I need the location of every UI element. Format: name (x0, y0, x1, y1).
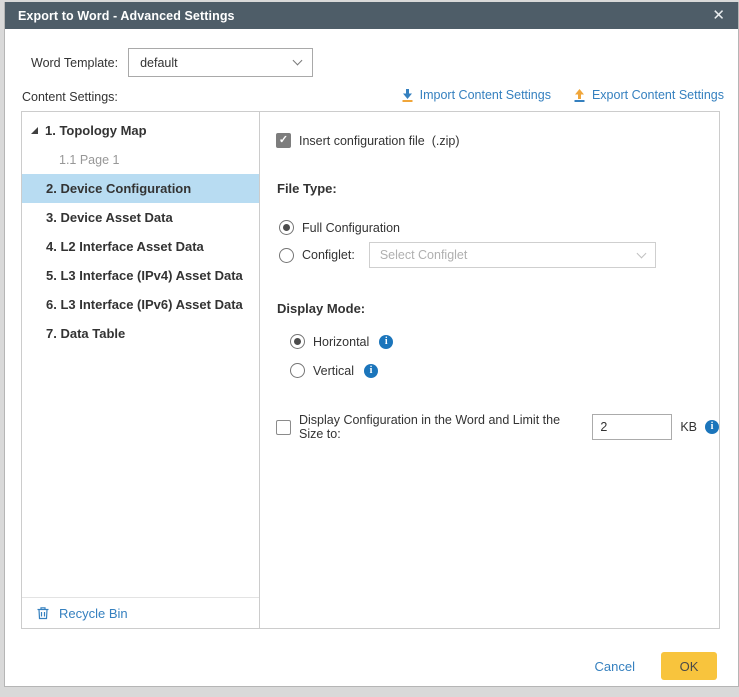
content-tree: 1. Topology Map 1.1 Page 1 2. Device Con… (22, 112, 260, 628)
size-limit-row[interactable]: Display Configuration in the Word and Li… (276, 413, 719, 441)
tree-item-l3-ipv4-asset-data[interactable]: 5. L3 Interface (IPv4) Asset Data (22, 261, 259, 290)
ok-button[interactable]: OK (661, 652, 717, 680)
tree-item-l2-interface-asset-data[interactable]: 4. L2 Interface Asset Data (22, 232, 259, 261)
tree-item-label: 6. L3 Interface (IPv6) Asset Data (46, 297, 243, 312)
size-unit-label: KB (680, 420, 697, 434)
tree-item-label: 1. Topology Map (45, 123, 147, 138)
export-content-settings-link[interactable]: Export Content Settings (573, 88, 724, 102)
settings-links: Import Content Settings Export Content S… (401, 88, 724, 102)
horizontal-option[interactable]: Horizontal i (290, 334, 393, 349)
content-settings-label: Content Settings: (22, 90, 118, 104)
configlet-select[interactable]: Select Configlet (369, 242, 656, 268)
vertical-label: Vertical (313, 364, 354, 378)
recycle-bin[interactable]: Recycle Bin (22, 597, 259, 628)
export-upload-icon (573, 89, 586, 102)
word-template-label: Word Template: (31, 56, 118, 70)
dialog-title: Export to Word - Advanced Settings (18, 9, 235, 23)
tree-item-label: 2. Device Configuration (46, 181, 191, 196)
size-limit-info-icon[interactable]: i (705, 420, 719, 434)
horizontal-label: Horizontal (313, 335, 369, 349)
trash-icon (36, 606, 50, 620)
display-mode-heading-row: Display Mode: (277, 301, 365, 316)
content-settings-box: 1. Topology Map 1.1 Page 1 2. Device Con… (21, 111, 720, 629)
vertical-option[interactable]: Vertical i (290, 363, 378, 378)
import-link-label: Import Content Settings (420, 88, 551, 102)
tree-item-label: 5. L3 Interface (IPv4) Asset Data (46, 268, 243, 283)
display-mode-heading: Display Mode: (277, 301, 365, 316)
file-type-heading: File Type: (277, 181, 337, 196)
chevron-down-icon (293, 56, 303, 66)
tree-item-l3-ipv6-asset-data[interactable]: 6. L3 Interface (IPv6) Asset Data (22, 290, 259, 319)
file-type-heading-row: File Type: (277, 181, 337, 196)
close-icon[interactable]: ✕ (712, 8, 725, 23)
cancel-button[interactable]: Cancel (595, 659, 635, 674)
word-template-row: Word Template: default (31, 48, 313, 77)
word-template-select[interactable]: default (128, 48, 313, 77)
vertical-radio[interactable] (290, 363, 305, 378)
tree-item-device-configuration[interactable]: 2. Device Configuration (22, 174, 259, 203)
full-configuration-radio[interactable] (279, 220, 294, 235)
configlet-option[interactable]: Configlet: Select Configlet (279, 242, 656, 268)
horizontal-radio[interactable] (290, 334, 305, 349)
recycle-bin-label: Recycle Bin (59, 606, 128, 621)
horizontal-info-icon[interactable]: i (379, 335, 393, 349)
export-to-word-dialog: Export to Word - Advanced Settings ✕ Wor… (4, 2, 739, 687)
configlet-label: Configlet: (302, 248, 355, 262)
size-limit-input[interactable] (592, 414, 672, 440)
import-download-icon (401, 89, 414, 102)
size-limit-checkbox[interactable] (276, 420, 291, 435)
tree-item-page-1[interactable]: 1.1 Page 1 (22, 145, 259, 174)
insert-config-label: Insert configuration file (.zip) (299, 134, 460, 148)
tree-item-label: 1.1 Page 1 (59, 153, 119, 167)
insert-config-checkbox[interactable]: ✓ (276, 133, 291, 148)
configlet-placeholder: Select Configlet (380, 248, 468, 262)
tree-item-topology-map[interactable]: 1. Topology Map (22, 116, 259, 145)
device-configuration-panel: ✓ Insert configuration file (.zip) File … (260, 112, 719, 628)
tree-item-label: 3. Device Asset Data (46, 210, 173, 225)
insert-config-row[interactable]: ✓ Insert configuration file (.zip) (276, 133, 460, 148)
import-content-settings-link[interactable]: Import Content Settings (401, 88, 551, 102)
tree-item-data-table[interactable]: 7. Data Table (22, 319, 259, 348)
tree-item-device-asset-data[interactable]: 3. Device Asset Data (22, 203, 259, 232)
tree-item-label: 7. Data Table (46, 326, 125, 341)
tree-item-label: 4. L2 Interface Asset Data (46, 239, 204, 254)
chevron-down-icon (636, 248, 646, 258)
tree-expand-caret-icon[interactable] (31, 127, 38, 134)
full-configuration-option[interactable]: Full Configuration (279, 220, 400, 235)
word-template-value: default (140, 56, 178, 70)
vertical-info-icon[interactable]: i (364, 364, 378, 378)
configlet-radio[interactable] (279, 248, 294, 263)
export-link-label: Export Content Settings (592, 88, 724, 102)
full-configuration-label: Full Configuration (302, 221, 400, 235)
tree-rows: 1. Topology Map 1.1 Page 1 2. Device Con… (22, 112, 259, 597)
dialog-titlebar: Export to Word - Advanced Settings ✕ (5, 2, 738, 29)
size-limit-label: Display Configuration in the Word and Li… (299, 413, 582, 441)
dialog-footer: Cancel OK (595, 652, 717, 680)
